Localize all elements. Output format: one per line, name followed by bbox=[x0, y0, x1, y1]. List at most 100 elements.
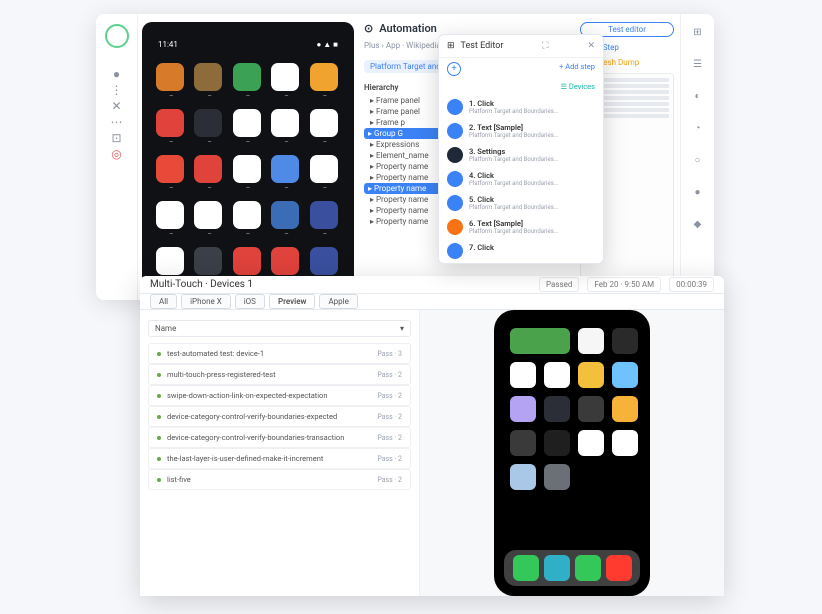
devices-link[interactable]: ☰ Devices bbox=[439, 80, 603, 95]
sidebar-icon[interactable]: ⋮ bbox=[109, 82, 125, 98]
sidebar-icon[interactable]: ⋯ bbox=[109, 114, 125, 130]
ios-app-icon[interactable] bbox=[612, 396, 638, 422]
step-icon bbox=[447, 243, 463, 259]
status-dot bbox=[157, 478, 161, 482]
tab[interactable]: Apple bbox=[319, 294, 357, 309]
tab[interactable]: iPhone X bbox=[181, 294, 231, 309]
android-device-preview: 11:41 ● ▲ ■ ————————————————————————— bbox=[142, 22, 354, 292]
log-row[interactable]: device-category-control-verify-boundarie… bbox=[148, 406, 411, 427]
app-icon[interactable] bbox=[233, 247, 261, 275]
step-title: 2. Text [Sample] bbox=[469, 123, 559, 132]
app-icon[interactable] bbox=[233, 155, 261, 183]
dock-app-icon[interactable] bbox=[513, 555, 539, 581]
log-row[interactable]: list-fivePass · 2 bbox=[148, 469, 411, 490]
tab[interactable]: Preview bbox=[269, 294, 316, 309]
step-row[interactable]: 4. ClickPlatform Target and Boundaries..… bbox=[439, 167, 603, 191]
ios-app-icon[interactable] bbox=[612, 430, 638, 456]
maximize-icon[interactable]: ⛶ bbox=[542, 41, 548, 51]
tab[interactable]: All bbox=[150, 294, 177, 309]
dock-app-icon[interactable] bbox=[606, 555, 632, 581]
log-row[interactable]: multi-touch-press-registered-testPass · … bbox=[148, 364, 411, 385]
app-icon[interactable] bbox=[194, 109, 222, 137]
filter-dropdown[interactable]: Name▾ bbox=[148, 320, 411, 337]
log-row[interactable]: device-category-control-verify-boundarie… bbox=[148, 427, 411, 448]
app-icon[interactable] bbox=[310, 247, 338, 275]
app-icon[interactable] bbox=[310, 201, 338, 229]
ios-app-icon[interactable] bbox=[544, 396, 570, 422]
sidebar-icon[interactable]: ✕ bbox=[109, 98, 125, 114]
log-text: device-category-control-verify-boundarie… bbox=[167, 433, 344, 442]
tool-icon[interactable]: ◆ bbox=[690, 216, 706, 232]
log-row[interactable]: test-automated test: device-1Pass · 3 bbox=[148, 343, 411, 364]
add-step-link[interactable]: + Add step bbox=[559, 62, 595, 76]
ios-app-icon[interactable] bbox=[612, 328, 638, 354]
sidebar-icon[interactable]: ◎ bbox=[109, 146, 125, 162]
app-icon[interactable] bbox=[194, 155, 222, 183]
ios-app-icon[interactable] bbox=[612, 362, 638, 388]
ios-app-icon[interactable] bbox=[578, 396, 604, 422]
app-icon[interactable] bbox=[271, 109, 299, 137]
app-label: — bbox=[156, 139, 186, 145]
app-icon[interactable] bbox=[156, 63, 184, 91]
sidebar-icon[interactable]: ● bbox=[109, 66, 125, 82]
tool-icon[interactable]: ● bbox=[690, 184, 706, 200]
ios-app-icon[interactable] bbox=[544, 464, 570, 490]
log-meta: Pass · 2 bbox=[377, 476, 402, 484]
tool-icon[interactable]: ◔ bbox=[690, 120, 706, 136]
ios-app-icon[interactable] bbox=[578, 362, 604, 388]
app-icon[interactable] bbox=[194, 247, 222, 275]
step-icon bbox=[447, 219, 463, 235]
tool-icon[interactable]: ◐ bbox=[690, 88, 706, 104]
tool-icon[interactable]: ☰ bbox=[690, 56, 706, 72]
app-icon[interactable] bbox=[233, 63, 261, 91]
dock-app-icon[interactable] bbox=[544, 555, 570, 581]
status-dot bbox=[157, 394, 161, 398]
tab-bar: All iPhone X iOS PreviewApple bbox=[140, 294, 724, 310]
app-icon[interactable] bbox=[156, 109, 184, 137]
app-icon[interactable] bbox=[271, 155, 299, 183]
step-row[interactable]: 6. Text [Sample]Platform Target and Boun… bbox=[439, 215, 603, 239]
step-row[interactable]: 2. Text [Sample]Platform Target and Boun… bbox=[439, 119, 603, 143]
app-icon[interactable] bbox=[233, 109, 261, 137]
close-icon[interactable]: ✕ bbox=[587, 41, 595, 51]
log-row[interactable]: swipe-down-action-link-on-expected-expec… bbox=[148, 385, 411, 406]
app-icon[interactable] bbox=[233, 201, 261, 229]
app-icon[interactable] bbox=[194, 201, 222, 229]
tool-icon[interactable]: ○ bbox=[690, 152, 706, 168]
android-app-grid: ————————————————————————— bbox=[152, 59, 344, 287]
step-row[interactable]: 5. ClickPlatform Target and Boundaries..… bbox=[439, 191, 603, 215]
status-icons: ● ▲ ■ bbox=[316, 40, 338, 49]
dock-app-icon[interactable] bbox=[575, 555, 601, 581]
app-icon[interactable] bbox=[310, 155, 338, 183]
ios-app-icon[interactable] bbox=[510, 396, 536, 422]
tool-icon[interactable]: ⊞ bbox=[690, 24, 706, 40]
ios-app-icon[interactable] bbox=[544, 430, 570, 456]
step-title: 5. Click bbox=[469, 195, 559, 204]
status-dot bbox=[157, 436, 161, 440]
step-row[interactable]: 7. Click bbox=[439, 239, 603, 263]
app-icon[interactable] bbox=[271, 63, 299, 91]
avatar[interactable] bbox=[105, 24, 129, 48]
app-icon[interactable] bbox=[271, 201, 299, 229]
app-icon[interactable] bbox=[310, 109, 338, 137]
app-label: — bbox=[194, 139, 224, 145]
app-icon[interactable] bbox=[310, 63, 338, 91]
device-preview bbox=[420, 310, 724, 596]
log-row[interactable]: the-last-layer-is-user-defined-make-it-i… bbox=[148, 448, 411, 469]
ios-app-icon[interactable] bbox=[578, 430, 604, 456]
sidebar-icon[interactable]: ⊡ bbox=[109, 130, 125, 146]
tab[interactable]: iOS bbox=[235, 294, 265, 309]
step-row[interactable]: 1. ClickPlatform Target and Boundaries..… bbox=[439, 95, 603, 119]
app-icon[interactable] bbox=[194, 63, 222, 91]
app-icon[interactable] bbox=[156, 201, 184, 229]
ios-app-icon[interactable] bbox=[510, 430, 536, 456]
step-row[interactable]: 3. SettingsPlatform Target and Boundarie… bbox=[439, 143, 603, 167]
app-icon[interactable] bbox=[156, 247, 184, 275]
ios-app-icon[interactable] bbox=[578, 328, 604, 354]
app-icon[interactable] bbox=[156, 155, 184, 183]
ios-app-icon[interactable] bbox=[510, 362, 536, 388]
ios-app-icon[interactable] bbox=[544, 362, 570, 388]
ios-app-icon[interactable] bbox=[510, 464, 536, 490]
app-icon[interactable] bbox=[271, 247, 299, 275]
home-widget[interactable] bbox=[510, 328, 570, 354]
